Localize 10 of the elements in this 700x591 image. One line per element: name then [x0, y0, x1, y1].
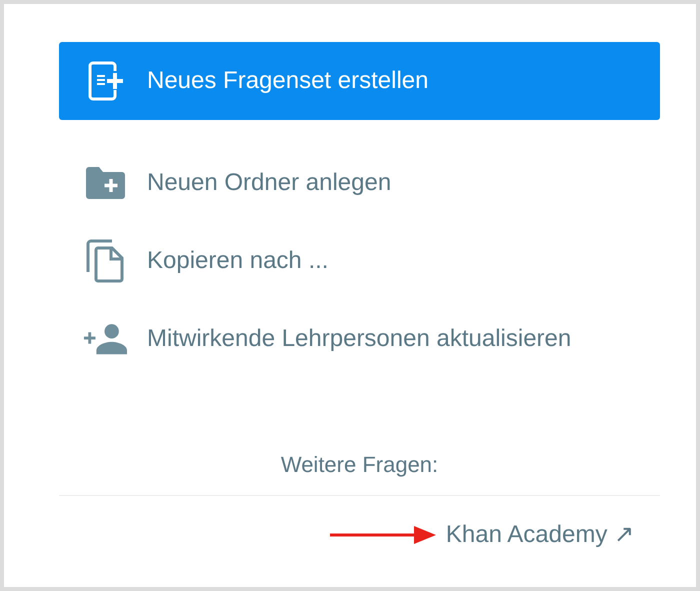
- menu-item[interactable]: Neuen Ordner anlegen: [59, 144, 660, 222]
- menu-item[interactable]: Kopieren nach ...: [59, 222, 660, 300]
- menu-item[interactable]: Mitwirkende Lehrpersonen aktualisieren: [59, 300, 660, 378]
- new-question-set-button[interactable]: Neues Fragenset erstellen: [59, 42, 660, 120]
- add-person-icon: [83, 323, 127, 355]
- add-folder-icon: [84, 166, 126, 200]
- add-document-icon: [87, 61, 125, 101]
- copy-icon: [85, 239, 125, 283]
- external-link[interactable]: Khan Academy ↗: [446, 517, 634, 553]
- section-heading: Weitere Fragen:: [280, 451, 440, 479]
